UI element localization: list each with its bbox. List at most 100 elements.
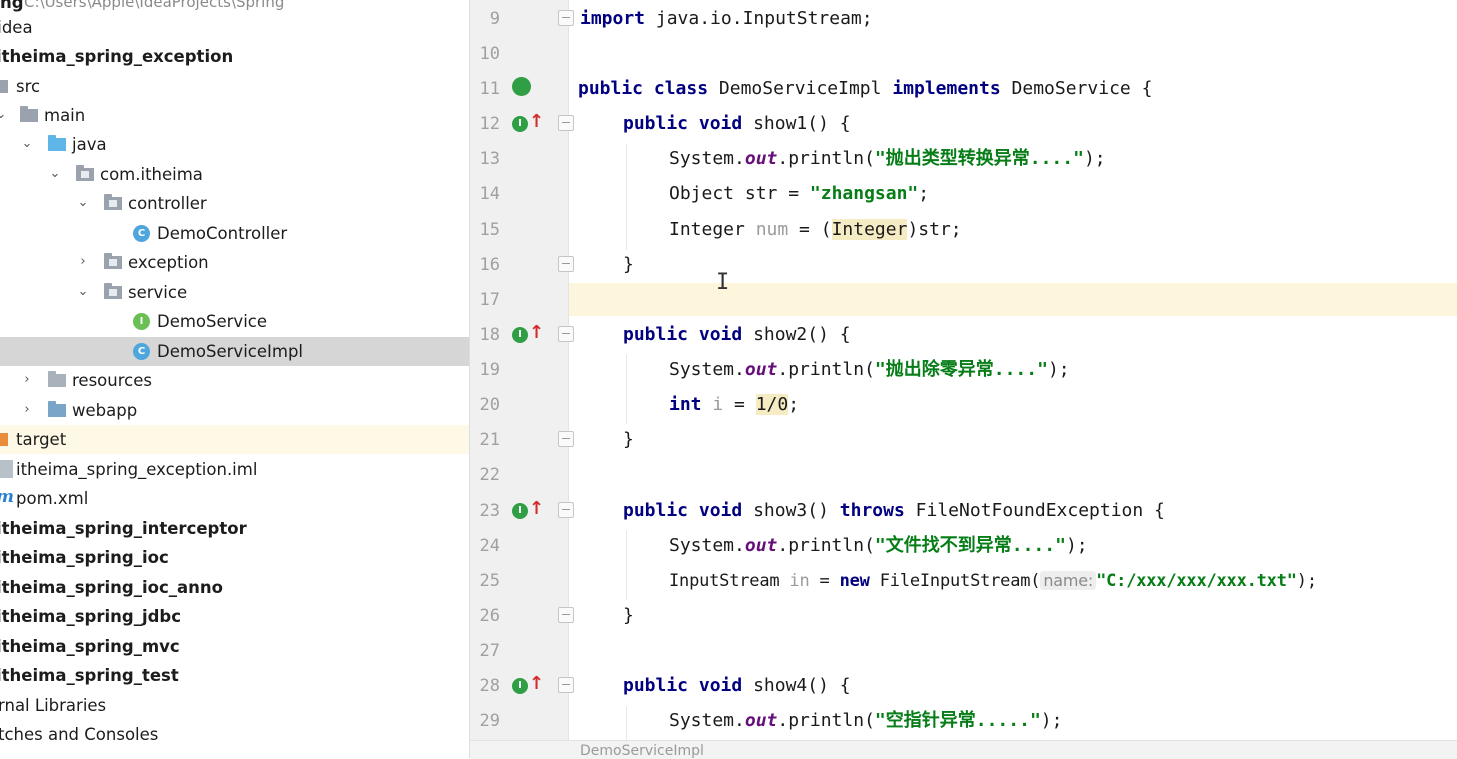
keyword: import [580, 8, 646, 29]
line-number: 25 [479, 571, 500, 591]
code-line-16[interactable]: } [623, 253, 634, 277]
tree-item-external-libraries[interactable]: rnal Libraries [0, 691, 469, 720]
keyword: public [623, 500, 689, 521]
code-line-15[interactable]: Integer num = (Integer)str; [669, 218, 962, 242]
code-line-23[interactable]: public void show3() throws FileNotFoundE… [623, 499, 1165, 523]
code-line-28[interactable]: public void show4() { [623, 674, 851, 698]
line-number: 22 [479, 465, 500, 485]
code-line-26[interactable]: } [623, 604, 634, 628]
tree-item-module[interactable]: itheima_spring_mvc [0, 632, 469, 661]
fold-icon[interactable] [558, 502, 574, 518]
current-line-highlight [470, 283, 1457, 316]
fold-icon[interactable] [558, 677, 574, 693]
fold-icon[interactable] [558, 326, 574, 342]
line-number: 28 [479, 676, 500, 696]
tree-item-scratches[interactable]: tches and Consoles [0, 720, 469, 749]
tree-item-label: itheima_spring_exception [0, 47, 234, 66]
implements-method-icon[interactable] [512, 503, 528, 519]
static-field: out [744, 359, 778, 380]
implements-method-icon[interactable] [512, 327, 528, 343]
implements-method-icon[interactable] [512, 116, 528, 132]
tree-item-resources[interactable]: › resources [0, 366, 469, 395]
cast-warning[interactable]: Integer [831, 219, 908, 240]
tree-root-path-text: C:\Users\Apple\IdeaProjects\Spring [24, 0, 285, 11]
chevron-right-icon[interactable]: › [76, 252, 90, 272]
chevron-right-icon[interactable]: › [20, 400, 34, 420]
string-literal: "空指针异常....." [874, 710, 1041, 731]
class-icon: C [133, 343, 150, 360]
indent-guide [626, 706, 627, 740]
keyword: public [623, 675, 689, 696]
chevron-down-icon[interactable]: ⌄ [76, 193, 90, 213]
tree-item-target[interactable]: target [0, 425, 469, 454]
code-text: } [623, 429, 634, 450]
tree-item-webapp[interactable]: › webapp [0, 396, 469, 425]
implements-method-icon[interactable] [512, 678, 528, 694]
code-line-21[interactable]: } [623, 428, 634, 452]
tree-item-module[interactable]: itheima_spring_interceptor [0, 514, 469, 543]
chevron-down-icon[interactable]: ⌄ [20, 134, 34, 154]
tree-item-iml[interactable]: itheima_spring_exception.iml [0, 455, 469, 484]
keyword: int [669, 394, 702, 415]
tree-item-module[interactable]: itheima_spring_ioc_anno [0, 573, 469, 602]
code-line-20[interactable]: int i = 1/0; [669, 393, 799, 417]
up-arrow-icon[interactable]: ↑ [529, 323, 544, 343]
maven-icon: m [0, 487, 14, 507]
tree-item-pom[interactable]: m pom.xml [0, 484, 469, 513]
code-line-13[interactable]: System.out.println("抛出类型转换异常...."); [669, 147, 1106, 171]
tree-item-label: controller [128, 194, 207, 213]
keyword: void [698, 113, 743, 134]
code-line-25[interactable]: InputStream in = new FileInputStream(nam… [669, 569, 1317, 593]
fold-icon[interactable] [558, 10, 574, 26]
tree-item-demo-service[interactable]: I DemoService [0, 307, 469, 336]
tree-item-demo-controller[interactable]: C DemoController [0, 219, 469, 248]
string-literal: "C:/xxx/xxx/xxx.txt" [1096, 571, 1297, 591]
tree-item-idea[interactable]: .idea [0, 13, 469, 42]
code-line-24[interactable]: System.out.println("文件找不到异常...."); [669, 534, 1088, 558]
up-arrow-icon[interactable]: ↑ [529, 674, 544, 694]
tree-item-module[interactable]: itheima_spring_jdbc [0, 602, 469, 631]
code-line-14[interactable]: Object str = "zhangsan"; [669, 182, 929, 206]
chevron-down-icon[interactable]: ⌄ [48, 164, 62, 184]
code-text: { [1141, 78, 1153, 99]
tree-item-src[interactable]: src [0, 72, 469, 101]
tree-item-module[interactable]: itheima_spring_ioc [0, 543, 469, 572]
fold-icon[interactable] [558, 607, 574, 623]
package-icon [76, 165, 94, 181]
code-line-18[interactable]: public void show2() { [623, 323, 851, 347]
code-line-9[interactable]: import java.io.InputStream; [580, 7, 873, 31]
fold-icon[interactable] [558, 115, 574, 131]
code-editor[interactable]: 9 10 11 12 13 14 15 16 17 18 19 20 21 22… [470, 0, 1457, 759]
chevron-right-icon[interactable]: › [20, 370, 34, 390]
class-name: DemoServiceImpl [718, 78, 882, 99]
tree-item-main[interactable]: ⌄ main [0, 101, 469, 130]
keyword: new [839, 571, 870, 591]
spring-bean-icon[interactable] [512, 77, 531, 96]
division-warning[interactable]: 1/0 [755, 394, 789, 415]
editor-breadcrumb[interactable]: DemoServiceImpl [470, 740, 1457, 759]
code-line-11[interactable]: public class DemoServiceImpl implements … [578, 77, 1152, 101]
tree-item-controller[interactable]: ⌄ controller [0, 189, 469, 218]
tree-item-exception[interactable]: › exception [0, 248, 469, 277]
chevron-down-icon[interactable]: ⌄ [0, 105, 8, 125]
code-line-12[interactable]: public void show1() { [623, 112, 851, 136]
tree-item-label: src [16, 77, 41, 96]
tree-item-module[interactable]: itheima_spring_exception [0, 42, 469, 71]
fold-icon[interactable] [558, 431, 574, 447]
chevron-down-icon[interactable]: ⌄ [76, 282, 90, 302]
tree-item-service[interactable]: ⌄ service [0, 278, 469, 307]
tree-item-module[interactable]: itheima_spring_test [0, 661, 469, 690]
keyword: public [578, 78, 644, 99]
package-icon [104, 283, 122, 299]
tree-item-java[interactable]: ⌄ java [0, 130, 469, 159]
up-arrow-icon[interactable]: ↑ [529, 112, 544, 132]
breadcrumb-class[interactable]: DemoServiceImpl [580, 743, 704, 759]
code-line-29[interactable]: System.out.println("空指针异常....."); [669, 709, 1062, 733]
static-field: out [744, 710, 778, 731]
up-arrow-icon[interactable]: ↑ [529, 499, 544, 519]
indent-guide [626, 144, 627, 250]
fold-icon[interactable] [558, 256, 574, 272]
tree-item-package[interactable]: ⌄ com.itheima [0, 160, 469, 189]
code-line-19[interactable]: System.out.println("抛出除零异常...."); [669, 358, 1070, 382]
tree-item-demo-service-impl[interactable]: C DemoServiceImpl [0, 337, 469, 366]
